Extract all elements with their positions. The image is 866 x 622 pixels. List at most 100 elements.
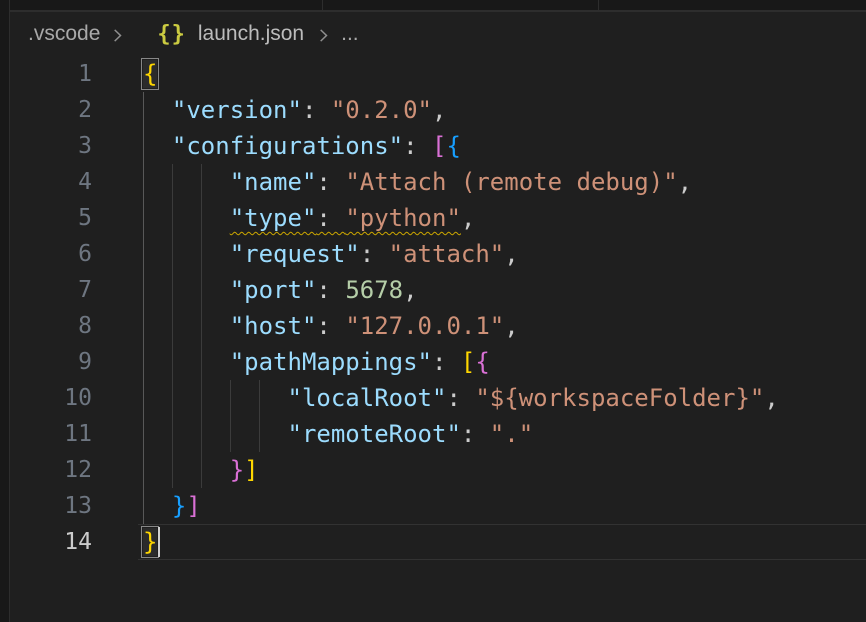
code-text: "remoteRoot": "." xyxy=(143,416,533,452)
code-token xyxy=(143,384,288,412)
line-number: 7 xyxy=(10,272,92,308)
breadcrumb: .vscode {} launch.json ... xyxy=(10,13,866,55)
line-number: 1 xyxy=(10,56,92,92)
code-line[interactable]: 9 "pathMappings": [{ xyxy=(10,344,866,380)
code-token: "127.0.0.1" xyxy=(345,312,504,340)
sidebar-edge xyxy=(0,0,10,622)
line-number: 2 xyxy=(10,92,92,128)
code-text: "port": 5678, xyxy=(143,272,418,308)
code-token: , xyxy=(678,168,692,196)
code-text: "request": "attach", xyxy=(143,236,519,272)
code-token: "name" xyxy=(230,168,317,196)
code-token xyxy=(143,168,230,196)
code-token xyxy=(143,240,230,268)
code-token: "pathMappings" xyxy=(230,348,432,376)
code-token xyxy=(143,492,172,520)
code-token: : xyxy=(432,348,461,376)
line-number: 9 xyxy=(10,344,92,380)
code-token xyxy=(143,204,230,232)
code-token: "remoteRoot" xyxy=(288,420,461,448)
code-token: : xyxy=(316,276,345,304)
code-line[interactable]: 11 "remoteRoot": "." xyxy=(10,416,866,452)
code-text: }] xyxy=(143,452,259,488)
code-line[interactable]: 1{ xyxy=(10,56,866,92)
code-token: } xyxy=(230,456,244,484)
code-token: } xyxy=(143,528,157,556)
code-token: "version" xyxy=(172,96,302,124)
code-token xyxy=(143,348,230,376)
code-token: { xyxy=(446,132,460,160)
code-token: { xyxy=(475,348,489,376)
code-token: 5678 xyxy=(345,276,403,304)
code-token: "attach" xyxy=(389,240,505,268)
code-text: "name": "Attach (remote debug)", xyxy=(143,164,692,200)
code-text: "type": "python", xyxy=(143,200,475,236)
code-token: } xyxy=(172,492,186,520)
code-token: ] xyxy=(244,456,258,484)
code-line[interactable]: 3 "configurations": [{ xyxy=(10,128,866,164)
code-token: "port" xyxy=(230,276,317,304)
code-text: "localRoot": "${workspaceFolder}", xyxy=(143,380,779,416)
chevron-right-icon xyxy=(316,27,331,44)
code-token xyxy=(143,276,230,304)
code-token: , xyxy=(504,240,518,268)
code-token xyxy=(143,96,172,124)
code-text: "pathMappings": [{ xyxy=(143,344,490,380)
code-token: "Attach (remote debug)" xyxy=(345,168,677,196)
code-line[interactable]: 7 "port": 5678, xyxy=(10,272,866,308)
code-token: [ xyxy=(461,348,475,376)
tab-separator xyxy=(598,0,599,10)
code-line[interactable]: 14} xyxy=(10,524,866,560)
code-token: : xyxy=(316,204,345,232)
json-file-icon: {} xyxy=(157,22,186,47)
code-text: { xyxy=(143,56,157,92)
code-line[interactable]: 6 "request": "attach", xyxy=(10,236,866,272)
code-line[interactable]: 12 }] xyxy=(10,452,866,488)
code-token xyxy=(143,456,230,484)
code-token: [ xyxy=(432,132,446,160)
code-text: "configurations": [{ xyxy=(143,128,461,164)
line-number: 6 xyxy=(10,236,92,272)
code-line[interactable]: 8 "host": "127.0.0.1", xyxy=(10,308,866,344)
breadcrumb-item-folder[interactable]: .vscode xyxy=(28,22,100,46)
code-token: "0.2.0" xyxy=(331,96,432,124)
code-line[interactable]: 10 "localRoot": "${workspaceFolder}", xyxy=(10,380,866,416)
line-number: 11 xyxy=(10,416,92,452)
code-token: "." xyxy=(490,420,533,448)
line-number: 4 xyxy=(10,164,92,200)
code-line[interactable]: 5 "type": "python", xyxy=(10,200,866,236)
code-token: : xyxy=(302,96,331,124)
code-token: : xyxy=(316,168,345,196)
code-line[interactable]: 2 "version": "0.2.0", xyxy=(10,92,866,128)
tab-separator xyxy=(322,0,323,10)
code-token: : xyxy=(360,240,389,268)
chevron-right-icon xyxy=(110,27,125,44)
code-token xyxy=(143,312,230,340)
line-number: 14 xyxy=(10,524,92,560)
code-text: "version": "0.2.0", xyxy=(143,92,446,128)
line-number: 12 xyxy=(10,452,92,488)
line-number: 13 xyxy=(10,488,92,524)
code-line[interactable]: 13 }] xyxy=(10,488,866,524)
code-token: , xyxy=(403,276,417,304)
code-token: { xyxy=(143,60,157,88)
code-token: : xyxy=(403,132,432,160)
code-text: } xyxy=(143,524,157,560)
text-cursor xyxy=(158,527,160,557)
code-token: : xyxy=(446,384,475,412)
code-line[interactable]: 4 "name": "Attach (remote debug)", xyxy=(10,164,866,200)
code-token: , xyxy=(504,312,518,340)
code-token: "${workspaceFolder}" xyxy=(475,384,764,412)
code-token: ] xyxy=(186,492,200,520)
code-token: "python" xyxy=(345,204,461,232)
code-token xyxy=(143,132,172,160)
line-number: 8 xyxy=(10,308,92,344)
code-token: "type" xyxy=(230,204,317,232)
breadcrumb-symbol-path[interactable]: ... xyxy=(341,22,359,46)
code-token: "host" xyxy=(230,312,317,340)
breadcrumb-item-file[interactable]: launch.json xyxy=(198,22,304,46)
code-token: "configurations" xyxy=(172,132,403,160)
code-editor[interactable]: 1{2 "version": "0.2.0",3 "configurations… xyxy=(10,56,866,622)
code-token: , xyxy=(432,96,446,124)
line-number: 10 xyxy=(10,380,92,416)
